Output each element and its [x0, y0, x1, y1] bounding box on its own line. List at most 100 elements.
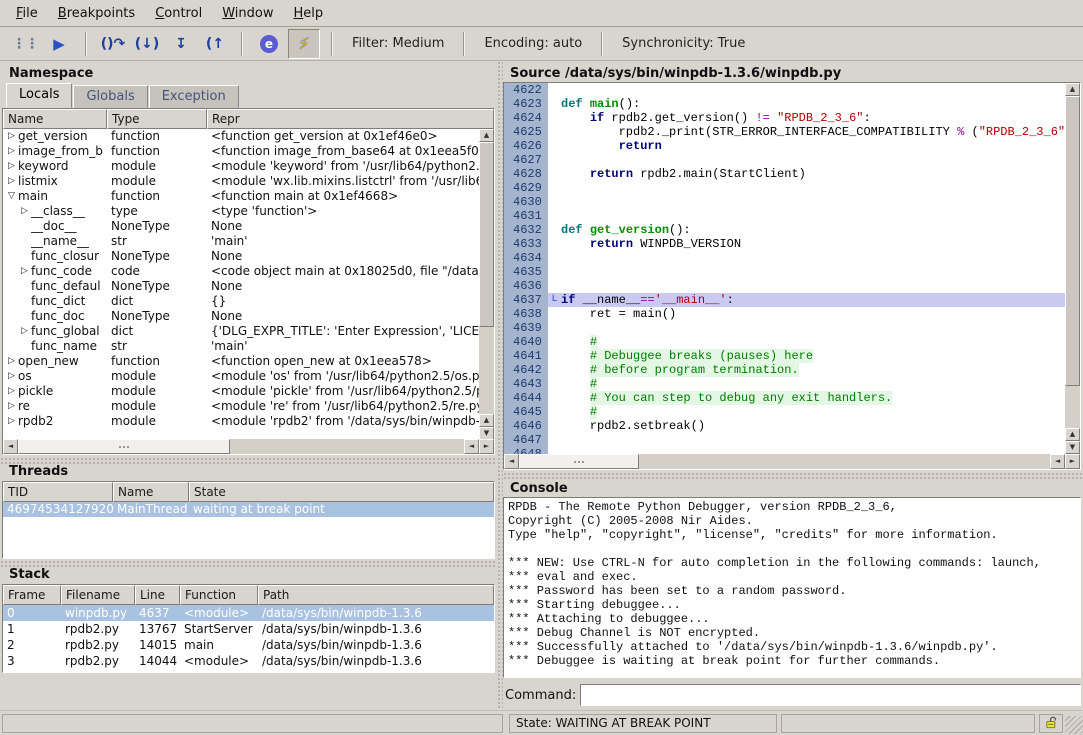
table-row[interactable]: ▷ listmix module <module 'wx.lib.mixins.lis… — [3, 174, 494, 189]
line-number[interactable]: 4648 — [504, 447, 548, 454]
source-line[interactable]: 4624 if rpdb2.get_version() != "RPDB_2_3… — [504, 111, 1065, 125]
stack-column-line[interactable]: Line — [135, 585, 180, 605]
stack-frame-row[interactable]: 1 rpdb2.py 13767 StartServer/data/sys/bin/w… — [3, 621, 494, 637]
expander-icon[interactable]: ▷ — [5, 144, 18, 159]
next-button[interactable]: ↧ — [166, 30, 196, 58]
namespace-column-name[interactable]: Name — [3, 109, 107, 129]
source-line[interactable]: 4630 — [504, 195, 1065, 209]
stack-frame-row[interactable]: 3 rpdb2.py 14044 <module>/data/sys/bin/winp… — [3, 653, 494, 669]
stack-frame-row[interactable]: 2 rpdb2.py 14015 main/data/sys/bin/winpdb-1… — [3, 637, 494, 653]
source-line[interactable]: 4647 — [504, 433, 1065, 447]
line-number[interactable]: 4640 — [504, 335, 548, 349]
source-line[interactable]: 4623 def main(): — [504, 97, 1065, 111]
stack-frame-row[interactable]: 0 winpdb.py 4637 <module>/data/sys/bin/winp… — [3, 605, 494, 621]
table-row[interactable]: ▷ re module <module 're' from '/usr/lib64/p… — [3, 399, 494, 414]
line-number[interactable]: 4641 — [504, 349, 548, 363]
line-number[interactable]: 4627 — [504, 153, 548, 167]
table-row[interactable]: func_doc NoneType None — [3, 309, 494, 324]
stack-column-function[interactable]: Function — [180, 585, 258, 605]
line-number[interactable]: 4636 — [504, 279, 548, 293]
line-number[interactable]: 4634 — [504, 251, 548, 265]
source-line[interactable]: 4635 — [504, 265, 1065, 279]
synchronicity-button[interactable]: ⚡ — [288, 28, 320, 59]
stack-column-filename[interactable]: Filename — [61, 585, 135, 605]
line-number[interactable]: 4647 — [504, 433, 548, 447]
source-line[interactable]: 4646 rpdb2.setbreak() — [504, 419, 1065, 433]
table-row[interactable]: ▷ func_code code <code object main at 0x180… — [3, 264, 494, 279]
source-line[interactable]: 4637 Lif __name__=='__main__': — [504, 293, 1065, 307]
table-row[interactable]: __doc__ NoneType None — [3, 219, 494, 234]
line-number[interactable]: 4630 — [504, 195, 548, 209]
line-number[interactable]: 4628 — [504, 167, 548, 181]
line-number[interactable]: 4631 — [504, 209, 548, 223]
expander-icon[interactable]: ▷ — [5, 414, 18, 429]
horizontal-sash[interactable] — [0, 560, 497, 567]
line-number[interactable]: 4646 — [504, 419, 548, 433]
scrollbar-thumb[interactable] — [1065, 96, 1080, 386]
expander-icon[interactable]: ▷ — [5, 384, 18, 399]
expander-icon[interactable]: ▷ — [18, 264, 31, 279]
line-number[interactable]: 4625 — [504, 125, 548, 139]
source-line[interactable]: 4625 rpdb2._print(STR_ERROR_INTERFACE_CO… — [504, 125, 1065, 139]
tab-globals[interactable]: Globals — [73, 85, 148, 108]
line-number[interactable]: 4642 — [504, 363, 548, 377]
table-row[interactable]: ▷ pickle module <module 'pickle' from '/usr… — [3, 384, 494, 399]
scrollbar-thumb[interactable] — [479, 142, 494, 327]
scroll-right-icon[interactable]: ► — [479, 439, 494, 454]
source-line[interactable]: 4629 — [504, 181, 1065, 195]
source-vertical-scrollbar[interactable]: ▲ ▲ ▼ — [1065, 83, 1080, 454]
menu-control[interactable]: Control — [145, 3, 212, 24]
expander-icon[interactable]: ▷ — [18, 204, 31, 219]
step-over-button[interactable]: ()↷ — [98, 30, 128, 58]
table-row[interactable]: ▷ open_new function <function open_new at 0… — [3, 354, 494, 369]
scrollbar-thumb[interactable] — [18, 439, 230, 454]
namespace-column-type[interactable]: Type — [107, 109, 207, 129]
table-row[interactable]: ▷ rpdb2 module <module 'rpdb2' from '/data/… — [3, 414, 494, 429]
step-into-button[interactable]: (↓) — [132, 30, 162, 58]
line-number[interactable]: 4645 — [504, 405, 548, 419]
source-line[interactable]: 4626 return — [504, 139, 1065, 153]
menu-file[interactable]: File — [6, 3, 48, 24]
namespace-column-repr[interactable]: Repr — [207, 109, 494, 129]
go-button[interactable]: ▶ — [44, 30, 74, 58]
resize-grip[interactable] — [1065, 716, 1083, 734]
table-row[interactable]: func_name str 'main' — [3, 339, 494, 354]
scrollbar-thumb[interactable] — [519, 454, 639, 469]
line-number[interactable]: 4635 — [504, 265, 548, 279]
scroll-down-icon[interactable]: ▼ — [1065, 441, 1080, 454]
line-number[interactable]: 4639 — [504, 321, 548, 335]
command-input[interactable] — [580, 684, 1081, 706]
expander-icon[interactable]: ▷ — [5, 399, 18, 414]
table-row[interactable]: func_closur NoneType None — [3, 249, 494, 264]
line-number[interactable]: 4624 — [504, 111, 548, 125]
expander-icon[interactable]: ▷ — [5, 159, 18, 174]
table-row[interactable]: ▷ os module <module 'os' from '/usr/lib64/p… — [3, 369, 494, 384]
line-number[interactable]: 4629 — [504, 181, 548, 195]
line-number[interactable]: 4623 — [504, 97, 548, 111]
source-line[interactable]: 4643 # — [504, 377, 1065, 391]
line-number[interactable]: 4638 — [504, 307, 548, 321]
horizontal-sash[interactable] — [0, 457, 497, 464]
line-number[interactable]: 4643 — [504, 377, 548, 391]
line-number[interactable]: 4637 — [504, 293, 548, 307]
break-button[interactable]: ⋮⋮ — [10, 30, 40, 58]
source-line[interactable]: 4627 — [504, 153, 1065, 167]
line-number[interactable]: 4622 — [504, 83, 548, 97]
stack-column-frame[interactable]: Frame — [3, 585, 61, 605]
tab-exception[interactable]: Exception — [148, 85, 239, 108]
threads-column-state[interactable]: State — [189, 482, 494, 502]
tab-locals[interactable]: Locals — [6, 83, 73, 108]
expander-icon[interactable]: ▷ — [18, 324, 31, 339]
table-row[interactable]: func_defaul NoneType None — [3, 279, 494, 294]
table-row[interactable]: ▷ __class__ type <type 'function'> — [3, 204, 494, 219]
table-row[interactable]: func_dict dict {} — [3, 294, 494, 309]
threads-column-tid[interactable]: TID — [3, 482, 113, 502]
line-number[interactable]: 4632 — [504, 223, 548, 237]
line-number[interactable]: 4626 — [504, 139, 548, 153]
source-line[interactable]: 4633 return WINPDB_VERSION — [504, 237, 1065, 251]
table-row[interactable]: ▽ main function <function main at 0x1ef4668… — [3, 189, 494, 204]
expander-icon[interactable]: ▷ — [5, 129, 18, 144]
source-line[interactable]: 4640 # — [504, 335, 1065, 349]
source-line[interactable]: 4641 # Debuggee breaks (pauses) here — [504, 349, 1065, 363]
encoding-button[interactable]: e — [254, 30, 284, 58]
